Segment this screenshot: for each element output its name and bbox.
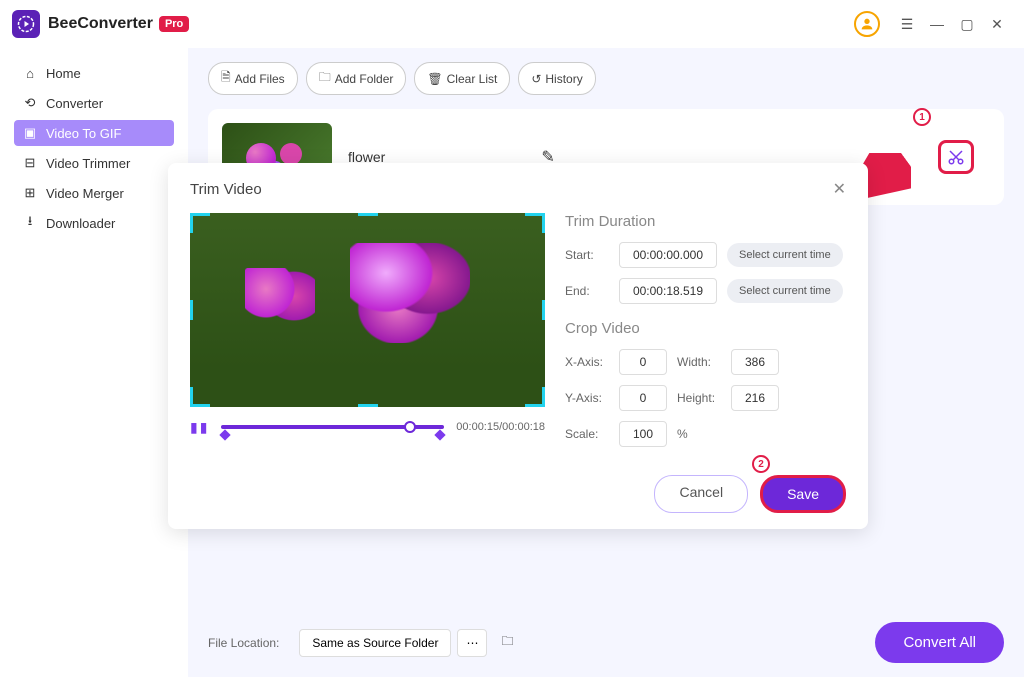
clear-list-button[interactable]: 🗑Clear List bbox=[414, 62, 510, 95]
range-end-handle[interactable] bbox=[435, 429, 446, 440]
maximize-button[interactable]: ▢ bbox=[955, 12, 979, 36]
nav-home[interactable]: ⌂Home bbox=[14, 60, 174, 86]
x-axis-label: X-Axis: bbox=[565, 355, 609, 369]
trash-icon: 🗑 bbox=[427, 72, 442, 86]
scale-label: Scale: bbox=[565, 427, 609, 441]
nav-video-trimmer[interactable]: ⊟Video Trimmer bbox=[14, 150, 174, 176]
trim-icon: ⊟ bbox=[22, 155, 38, 171]
open-folder-icon[interactable]: 🗀 bbox=[493, 626, 521, 659]
pause-button[interactable]: ▮▮ bbox=[190, 419, 209, 436]
scale-input[interactable]: 100 bbox=[619, 421, 667, 447]
menu-icon[interactable]: ☰ bbox=[895, 12, 919, 36]
height-label: Height: bbox=[677, 391, 721, 405]
save-button[interactable]: Save bbox=[760, 475, 846, 513]
pro-badge: Pro bbox=[159, 16, 189, 32]
sidebar: ⌂Home ⟲Converter ▣Video To GIF ⊟Video Tr… bbox=[0, 48, 188, 677]
minimize-button[interactable]: — bbox=[925, 12, 949, 36]
range-start-handle[interactable] bbox=[220, 429, 231, 440]
percent-sign: % bbox=[677, 427, 688, 441]
annotation-2: 2 bbox=[752, 455, 770, 473]
merge-icon: ⊞ bbox=[22, 185, 38, 201]
download-icon: ⭳ bbox=[22, 215, 38, 231]
trim-video-modal: Trim Video ✕ ▮▮ bbox=[168, 163, 868, 529]
nav-converter[interactable]: ⟲Converter bbox=[14, 90, 174, 116]
crop-video-heading: Crop Video bbox=[565, 320, 846, 337]
x-axis-input[interactable]: 0 bbox=[619, 349, 667, 375]
history-button[interactable]: ↺History bbox=[518, 62, 595, 95]
app-logo bbox=[12, 10, 40, 38]
gif-icon: ▣ bbox=[22, 125, 38, 141]
select-current-start-button[interactable]: Select current time bbox=[727, 243, 843, 267]
y-axis-label: Y-Axis: bbox=[565, 391, 609, 405]
home-icon: ⌂ bbox=[22, 65, 38, 81]
crop-handles[interactable] bbox=[190, 213, 545, 407]
cancel-button[interactable]: Cancel bbox=[654, 475, 748, 513]
width-input[interactable]: 386 bbox=[731, 349, 779, 375]
time-display: 00:00:15/00:00:18 bbox=[456, 421, 545, 433]
account-icon[interactable] bbox=[854, 11, 880, 37]
modal-close-button[interactable]: ✕ bbox=[833, 179, 846, 199]
start-label: Start: bbox=[565, 248, 609, 262]
nav-video-to-gif[interactable]: ▣Video To GIF bbox=[14, 120, 174, 146]
height-input[interactable]: 216 bbox=[731, 385, 779, 411]
nav-downloader[interactable]: ⭳Downloader bbox=[14, 210, 174, 236]
video-preview[interactable] bbox=[190, 213, 545, 407]
y-axis-input[interactable]: 0 bbox=[619, 385, 667, 411]
file-location-label: File Location: bbox=[208, 636, 279, 650]
trim-duration-heading: Trim Duration bbox=[565, 213, 846, 230]
end-time-input[interactable]: 00:00:18.519 bbox=[619, 278, 717, 304]
trim-button[interactable]: 1 bbox=[938, 140, 974, 174]
folder-icon: 🗀 bbox=[319, 68, 331, 89]
add-folder-button[interactable]: 🗀Add Folder bbox=[306, 62, 407, 95]
browse-location-button[interactable]: ⋯ bbox=[457, 629, 487, 657]
history-icon: ↺ bbox=[531, 72, 541, 86]
file-location-select[interactable]: Same as Source Folder bbox=[299, 629, 451, 657]
start-time-input[interactable]: 00:00:00.000 bbox=[619, 242, 717, 268]
modal-title: Trim Video bbox=[190, 181, 262, 198]
nav-video-merger[interactable]: ⊞Video Merger bbox=[14, 180, 174, 206]
add-files-button[interactable]: 🗎Add Files bbox=[208, 62, 298, 95]
width-label: Width: bbox=[677, 355, 721, 369]
app-name: BeeConverter bbox=[48, 15, 153, 33]
end-label: End: bbox=[565, 284, 609, 298]
file-icon: 🗎 bbox=[221, 68, 231, 89]
annotation-1: 1 bbox=[913, 108, 931, 126]
convert-all-button[interactable]: Convert All bbox=[875, 622, 1004, 663]
progress-slider[interactable] bbox=[221, 417, 444, 437]
close-button[interactable]: ✕ bbox=[985, 12, 1009, 36]
converter-icon: ⟲ bbox=[22, 95, 38, 111]
select-current-end-button[interactable]: Select current time bbox=[727, 279, 843, 303]
